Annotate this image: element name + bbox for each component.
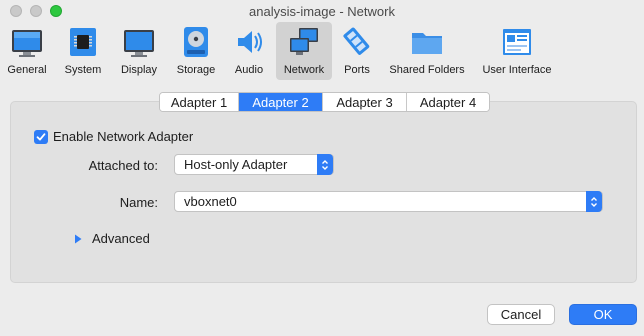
toolbar-item-user-interface[interactable]: User Interface <box>479 22 555 80</box>
attached-to-label: Attached to: <box>88 158 158 173</box>
toolbar-item-label: Display <box>120 64 158 76</box>
user-interface-icon <box>500 25 534 59</box>
updown-chevron-icon <box>586 191 602 212</box>
toolbar-item-network[interactable]: Network <box>276 22 332 80</box>
enable-adapter-label: Enable Network Adapter <box>53 129 194 144</box>
enable-adapter-row: Enable Network Adapter <box>34 129 193 144</box>
tab-adapter-1[interactable]: Adapter 1 <box>160 93 239 111</box>
name-label: Name: <box>119 195 158 210</box>
enable-adapter-checkbox[interactable] <box>34 129 48 144</box>
updown-chevron-icon <box>317 154 333 175</box>
toolbar-item-storage[interactable]: Storage <box>171 22 221 80</box>
display-icon <box>122 25 156 59</box>
zoom-window-button[interactable] <box>50 5 62 17</box>
toolbar-item-audio[interactable]: Audio <box>228 22 270 80</box>
toolbar-item-label: Shared Folders <box>389 64 465 76</box>
toolbar-item-ports[interactable]: Ports <box>337 22 377 80</box>
network-icon <box>287 25 321 59</box>
adapter-tabs: Adapter 1 Adapter 2 Adapter 3 Adapter 4 <box>159 92 490 112</box>
toolbar-item-label: Audio <box>234 64 264 76</box>
storage-icon <box>179 25 213 59</box>
toolbar-item-display[interactable]: Display <box>114 22 164 80</box>
settings-window: analysis-image - Network General System … <box>0 0 644 336</box>
ports-icon <box>340 25 374 59</box>
toolbar-item-label: Network <box>283 64 325 76</box>
window-controls <box>10 5 62 17</box>
advanced-label: Advanced <box>92 231 150 246</box>
title-bar: analysis-image - Network <box>0 0 644 22</box>
attached-to-value: Host-only Adapter <box>184 157 288 172</box>
toolbar-item-label: General <box>7 64 47 76</box>
toolbar-item-system[interactable]: System <box>59 22 107 80</box>
toolbar-item-label: Storage <box>176 64 216 76</box>
audio-icon <box>232 25 266 59</box>
shared-folders-icon <box>410 25 444 59</box>
settings-toolbar: General System Display Storage Audio Net… <box>0 22 644 80</box>
disclosure-triangle-icon <box>75 234 82 243</box>
toolbar-item-label: Ports <box>344 64 370 76</box>
toolbar-item-label: User Interface <box>482 64 552 76</box>
ok-button[interactable]: OK <box>569 304 637 325</box>
tab-adapter-2[interactable]: Adapter 2 <box>239 93 323 111</box>
tab-adapter-3[interactable]: Adapter 3 <box>323 93 407 111</box>
name-select[interactable]: vboxnet0 <box>174 191 603 212</box>
advanced-disclosure[interactable]: Advanced <box>74 231 150 246</box>
attached-to-select[interactable]: Host-only Adapter <box>174 154 334 175</box>
minimize-window-button[interactable] <box>30 5 42 17</box>
system-icon <box>66 25 100 59</box>
tab-adapter-4[interactable]: Adapter 4 <box>407 93 489 111</box>
toolbar-item-label: System <box>64 64 102 76</box>
cancel-button[interactable]: Cancel <box>487 304 555 325</box>
name-value: vboxnet0 <box>184 194 237 209</box>
general-icon <box>10 25 44 59</box>
toolbar-item-general[interactable]: General <box>2 22 52 80</box>
toolbar-item-shared-folders[interactable]: Shared Folders <box>387 22 467 80</box>
close-window-button[interactable] <box>10 5 22 17</box>
checkmark-icon <box>36 132 46 140</box>
window-title: analysis-image - Network <box>249 4 395 19</box>
